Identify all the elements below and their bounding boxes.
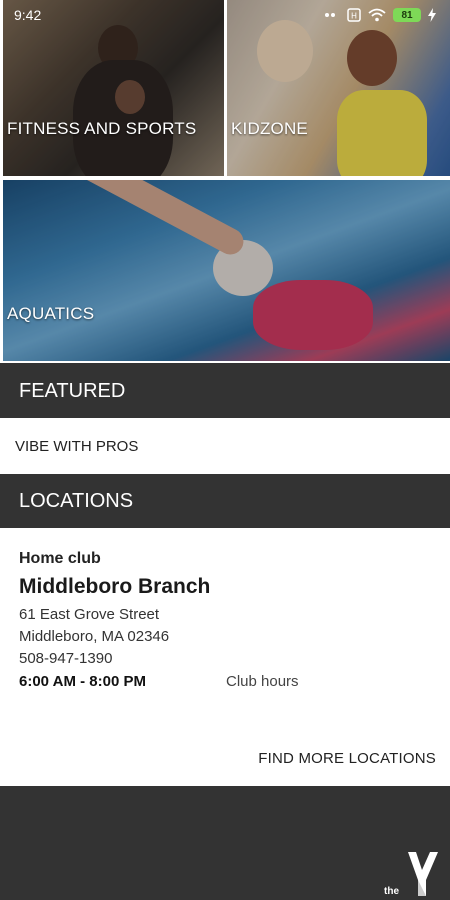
tile-label: FITNESS AND SPORTS — [7, 119, 197, 138]
find-more-locations-button[interactable]: FIND MORE LOCATIONS — [258, 750, 436, 767]
phone-link[interactable]: 508-947-1390 — [19, 650, 112, 667]
tile-aquatics[interactable]: AQUATICS — [3, 180, 450, 361]
hd-icon: H — [347, 8, 361, 22]
battery-level: 81 — [393, 8, 421, 22]
wifi-icon — [368, 8, 386, 22]
status-icons: H 81 — [324, 8, 436, 22]
svg-text:H: H — [351, 12, 357, 21]
club-hours-link[interactable]: Club hours — [226, 673, 299, 690]
notification-dots-icon — [324, 12, 340, 18]
featured-header: FEATURED — [0, 364, 450, 418]
category-tiles: FITNESS AND SPORTS KIDZONE AQUATICS — [0, 0, 450, 363]
tile-label: KIDZONE — [231, 119, 308, 138]
address-line-1: 61 East Grove Street — [19, 606, 160, 623]
locations-title: LOCATIONS — [19, 489, 134, 512]
featured-title: FEATURED — [19, 379, 126, 402]
branch-name: Middleboro Branch — [19, 575, 211, 598]
ymca-logo: the — [382, 848, 442, 898]
address-line-2: Middleboro, MA 02346 — [19, 628, 170, 645]
tile-label: AQUATICS — [7, 304, 95, 323]
home-club-card: Home club Middleboro Branch 61 East Grov… — [0, 528, 450, 786]
footer: the — [0, 786, 450, 900]
status-bar: 9:42 H 81 — [0, 0, 450, 30]
charging-bolt-icon — [428, 8, 436, 22]
battery-indicator: 81 — [393, 8, 421, 22]
featured-item-vibe-with-pros[interactable]: VIBE WITH PROS — [0, 418, 450, 474]
hours-today: 6:00 AM - 8:00 PM — [19, 673, 146, 690]
featured-item-label: VIBE WITH PROS — [15, 437, 139, 455]
home-club-label: Home club — [19, 550, 101, 567]
logo-text: the — [384, 886, 399, 897]
locations-header: LOCATIONS — [0, 474, 450, 528]
status-time: 9:42 — [14, 7, 42, 23]
